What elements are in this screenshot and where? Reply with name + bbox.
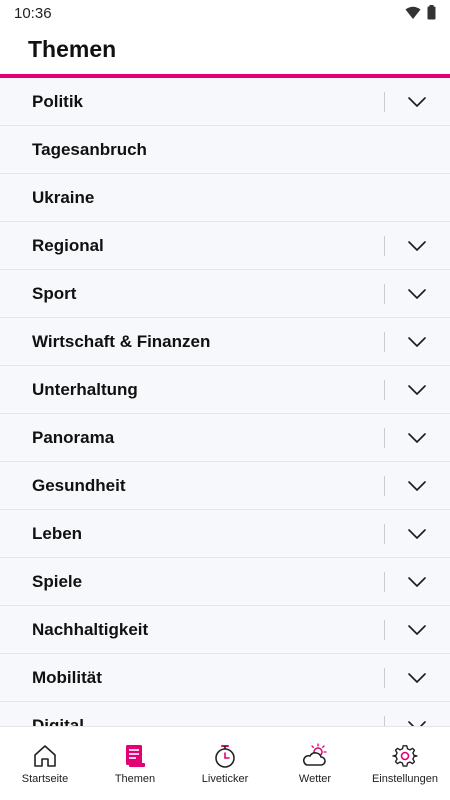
row-divider (384, 476, 385, 496)
row-divider (384, 668, 385, 688)
topic-row[interactable]: Spiele (0, 558, 450, 606)
nav-item-startseite[interactable]: Startseite (0, 727, 90, 800)
topic-row[interactable]: Ukraine (0, 174, 450, 222)
nav-label: Themen (114, 773, 156, 785)
battery-icon (427, 5, 436, 25)
topic-label: Regional (32, 236, 104, 255)
chevron-down-icon (408, 529, 426, 539)
page-title: Themen (28, 36, 117, 62)
topic-label: Panorama (32, 428, 115, 447)
topic-label: Ukraine (32, 188, 95, 207)
gear-icon (392, 743, 418, 769)
topic-row[interactable]: Politik (0, 78, 450, 126)
expand-button[interactable] (398, 664, 436, 692)
chevron-down-icon (408, 625, 426, 635)
topic-row[interactable]: Tagesanbruch (0, 126, 450, 174)
nav-label: Wetter (298, 773, 332, 785)
status-time: 10:36 (14, 5, 52, 22)
chevron-down-icon (408, 97, 426, 107)
topic-label: Politik (32, 92, 84, 111)
topic-row[interactable]: Regional (0, 222, 450, 270)
row-divider (384, 284, 385, 304)
row-divider (384, 428, 385, 448)
topic-row[interactable]: Digital (0, 702, 450, 726)
row-divider (384, 572, 385, 592)
topic-label: Mobilität (32, 668, 102, 687)
row-divider (384, 332, 385, 352)
expand-button[interactable] (398, 568, 436, 596)
expand-button[interactable] (398, 376, 436, 404)
nav-item-liveticker[interactable]: Liveticker (180, 727, 270, 800)
row-divider (384, 620, 385, 640)
topic-row[interactable]: Sport (0, 270, 450, 318)
stopwatch-icon (212, 743, 238, 769)
topic-row[interactable]: Mobilität (0, 654, 450, 702)
topic-row[interactable]: Unterhaltung (0, 366, 450, 414)
chevron-down-icon (408, 241, 426, 251)
topic-label: Leben (32, 524, 83, 543)
expand-button[interactable] (398, 88, 436, 116)
expand-button[interactable] (398, 712, 436, 726)
chevron-down-icon (408, 289, 426, 299)
wifi-icon (405, 6, 421, 25)
row-divider (384, 380, 385, 400)
expand-button[interactable] (398, 616, 436, 644)
topic-label: Wirtschaft & Finanzen (32, 332, 211, 351)
topic-label: Digital (32, 716, 84, 726)
row-divider (384, 524, 385, 544)
topic-row[interactable]: Gesundheit (0, 462, 450, 510)
expand-button[interactable] (398, 520, 436, 548)
topic-row[interactable]: Leben (0, 510, 450, 558)
topic-label: Nachhaltigkeit (32, 620, 149, 639)
status-icons (405, 5, 436, 25)
nav-label: Einstellungen (371, 773, 439, 785)
row-divider (384, 236, 385, 256)
chevron-down-icon (408, 385, 426, 395)
topics-icon (122, 743, 148, 769)
home-icon (32, 743, 58, 769)
nav-item-einstellungen[interactable]: Einstellungen (360, 727, 450, 800)
topic-label: Tagesanbruch (32, 140, 147, 159)
topic-row[interactable]: Nachhaltigkeit (0, 606, 450, 654)
topic-label: Unterhaltung (32, 380, 138, 399)
row-divider (384, 92, 385, 112)
chevron-down-icon (408, 577, 426, 587)
status-bar: 10:36 (0, 0, 450, 26)
topic-list[interactable]: Politik Tagesanbruch Ukraine Regional Sport W… (0, 78, 450, 726)
chevron-down-icon (408, 481, 426, 491)
topic-label: Sport (32, 284, 77, 303)
topic-label: Gesundheit (32, 476, 126, 495)
app-header: Themen (0, 26, 450, 74)
nav-item-themen[interactable]: Themen (90, 727, 180, 800)
bottom-navigation: Startseite Themen Liveticker Wetter Einstell… (0, 726, 450, 800)
nav-label: Liveticker (201, 773, 249, 785)
topic-label: Spiele (32, 572, 83, 591)
expand-button[interactable] (398, 280, 436, 308)
expand-button[interactable] (398, 472, 436, 500)
chevron-down-icon (408, 337, 426, 347)
chevron-down-icon (408, 433, 426, 443)
expand-button[interactable] (398, 328, 436, 356)
nav-label: Startseite (21, 773, 69, 785)
topic-row[interactable]: Wirtschaft & Finanzen (0, 318, 450, 366)
row-divider (384, 716, 385, 726)
weather-icon (301, 743, 329, 769)
topic-row[interactable]: Panorama (0, 414, 450, 462)
chevron-down-icon (408, 673, 426, 683)
nav-item-wetter[interactable]: Wetter (270, 727, 360, 800)
expand-button[interactable] (398, 424, 436, 452)
expand-button[interactable] (398, 232, 436, 260)
